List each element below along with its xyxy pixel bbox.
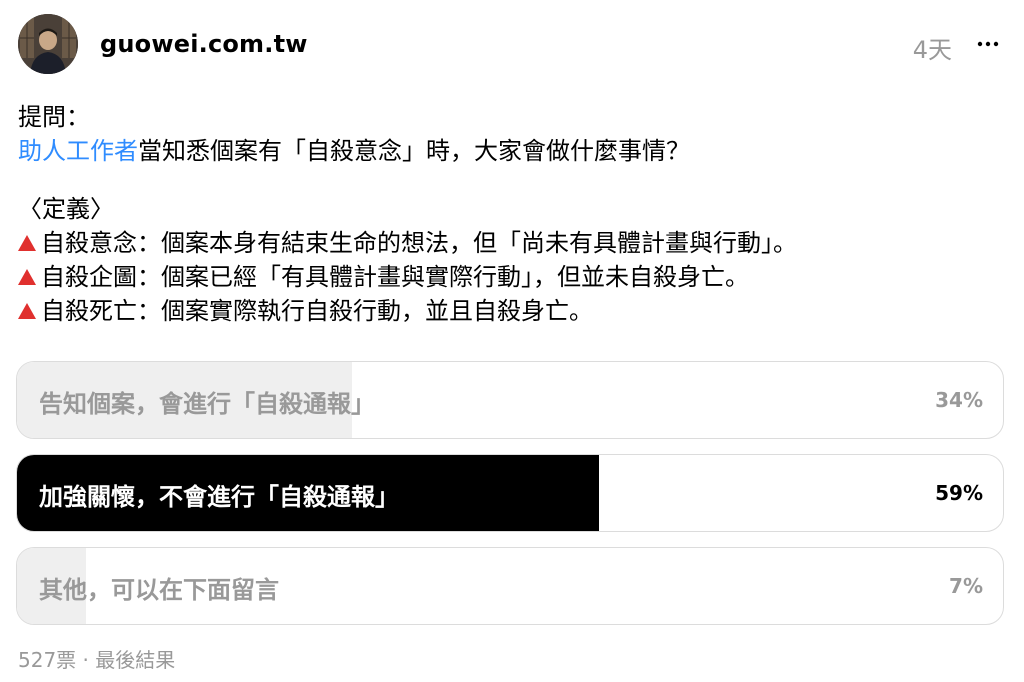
red-triangle-icon — [18, 303, 36, 319]
post-header: guowei.com.tw 4天 — [0, 0, 1024, 90]
poll-status: 最後結果 — [95, 648, 176, 672]
red-triangle-icon — [18, 269, 36, 285]
footer-separator: · — [82, 648, 89, 672]
poll-option-label: 加強關懷，不會進行「自殺通報」 — [39, 483, 399, 511]
username[interactable]: guowei.com.tw — [100, 30, 308, 58]
avatar[interactable] — [18, 14, 78, 74]
post-timestamp[interactable]: 4天 — [913, 30, 952, 65]
poll-option-label: 其他，可以在下面留言 — [39, 576, 279, 604]
post-text: 提問： 助人工作者當知悉個案有「自殺意念」時，大家會做什麼事情？ 〈定義〉 自殺… — [18, 100, 998, 328]
question-line: 助人工作者當知悉個案有「自殺意念」時，大家會做什麼事情？ — [18, 134, 998, 168]
poll-footer: 527票 · 最後結果 — [18, 644, 175, 673]
more-horizontal-icon[interactable] — [976, 36, 1000, 52]
question-text: 當知悉個案有「自殺意念」時，大家會做什麼事情？ — [138, 137, 690, 165]
poll-option-percent: 7% — [949, 574, 983, 598]
red-triangle-icon — [18, 235, 36, 251]
poll-option-label: 告知個案，會進行「自殺通報」 — [39, 390, 375, 418]
definition-item: 自殺死亡：個案實際執行自殺行動，並且自殺身亡。 — [18, 294, 998, 328]
definition-item: 自殺意念：個案本身有結束生命的想法，但「尚未有具體計畫與行動」。 — [18, 226, 998, 260]
poll-option-percent: 59% — [935, 481, 983, 505]
definition-text: 自殺企圖：個案已經「有具體計畫與實際行動」，但並未自殺身亡。 — [41, 263, 749, 291]
vote-count: 527票 — [18, 648, 77, 672]
poll-option[interactable]: 加強關懷，不會進行「自殺通報」 59% — [16, 454, 1004, 532]
definition-item: 自殺企圖：個案已經「有具體計畫與實際行動」，但並未自殺身亡。 — [18, 260, 998, 294]
poll-option[interactable]: 告知個案，會進行「自殺通報」 34% — [16, 361, 1004, 439]
poll: 告知個案，會進行「自殺通報」 34% 加強關懷，不會進行「自殺通報」 59% 其… — [16, 361, 1004, 640]
avatar-image — [18, 14, 78, 74]
definition-heading: 〈定義〉 — [18, 195, 114, 223]
mention-link[interactable]: 助人工作者 — [18, 137, 138, 165]
definition-text: 自殺死亡：個案實際執行自殺行動，並且自殺身亡。 — [41, 297, 593, 325]
poll-option[interactable]: 其他，可以在下面留言 7% — [16, 547, 1004, 625]
poll-option-percent: 34% — [935, 388, 983, 412]
question-prefix: 提問： — [18, 103, 90, 131]
definition-text: 自殺意念：個案本身有結束生命的想法，但「尚未有具體計畫與行動」。 — [41, 229, 797, 257]
